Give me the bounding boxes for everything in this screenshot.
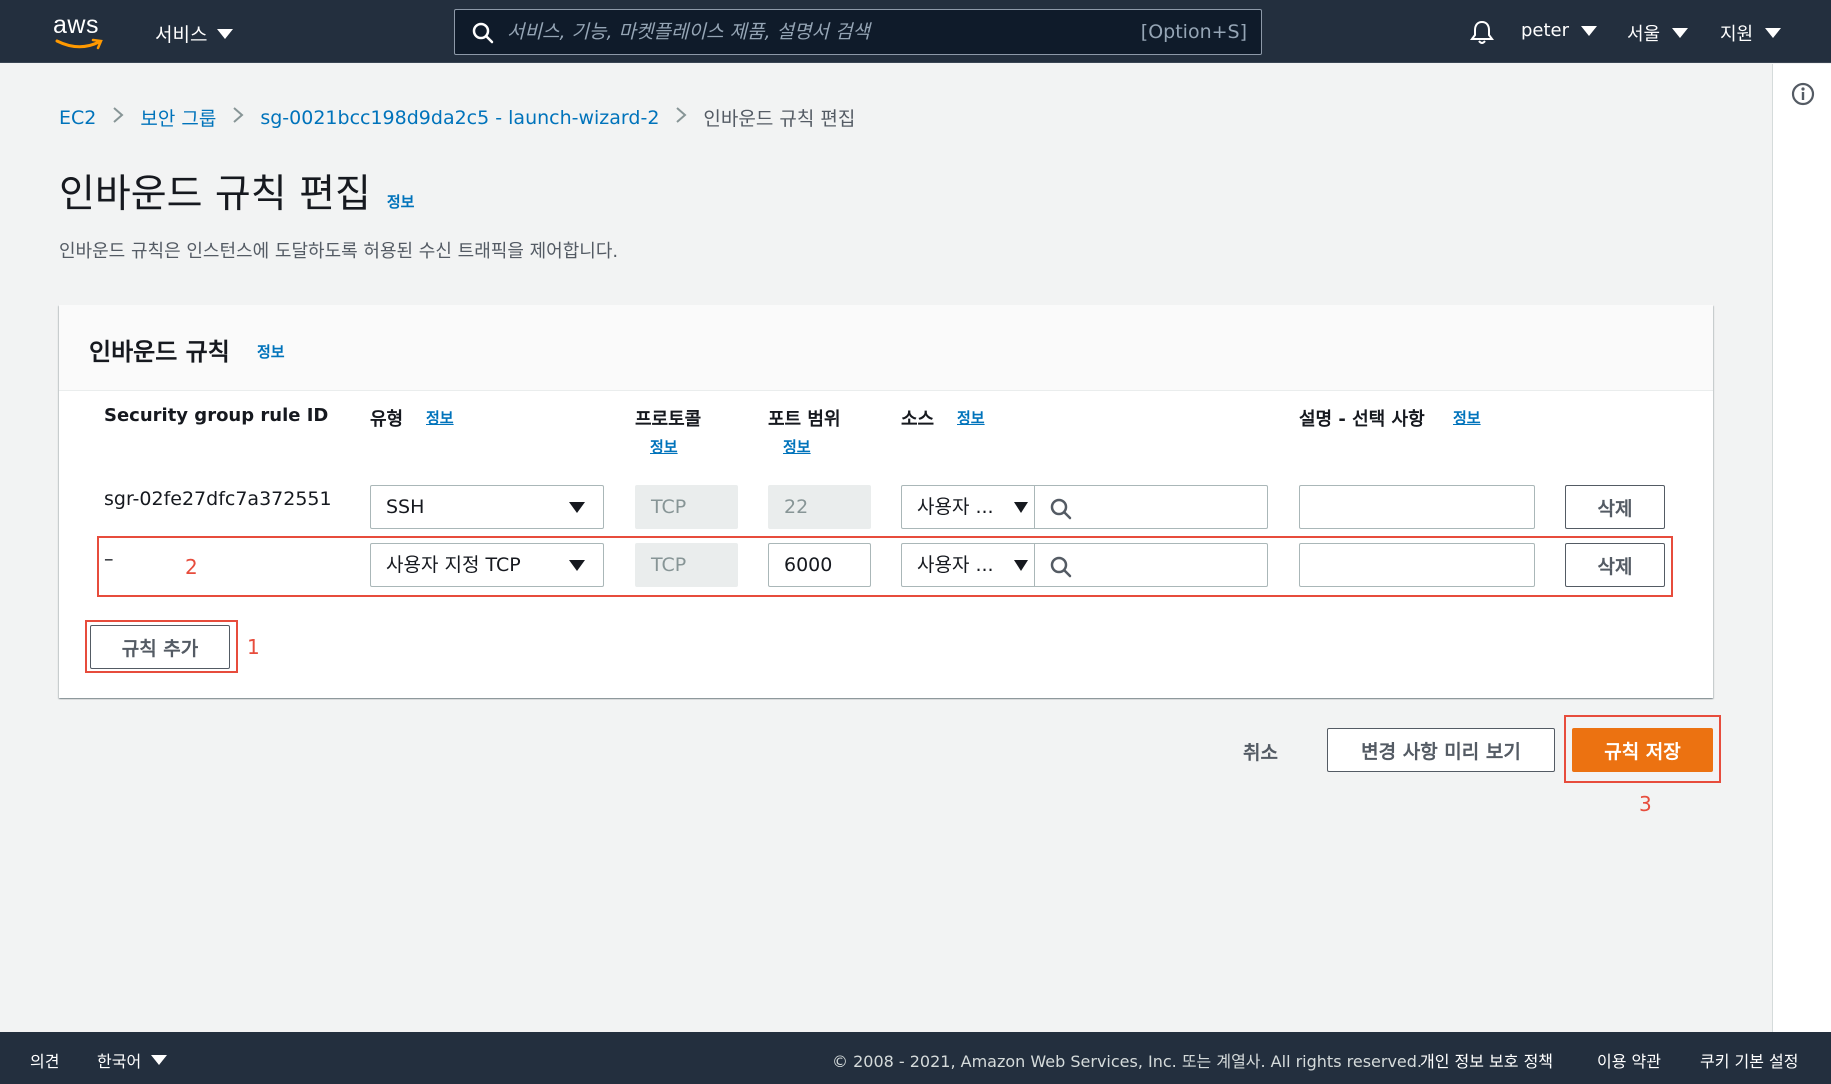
caret-down-icon — [151, 1055, 168, 1065]
column-header-rule-id: Security group rule ID — [104, 405, 329, 426]
column-header-protocol: 프로토콜 — [635, 409, 702, 430]
terms-link[interactable]: 이용 약관 — [1597, 1048, 1661, 1072]
services-label: 서비스 — [155, 24, 208, 46]
port-info-link[interactable]: 정보 — [783, 436, 811, 457]
source-type-select[interactable]: 사용자 ... — [901, 485, 1035, 529]
language-selector[interactable]: 한국어 — [97, 1048, 168, 1072]
annotation-box-new-row — [97, 536, 1673, 597]
info-circle-icon[interactable] — [1791, 82, 1815, 106]
copyright-text: © 2008 - 2021, Amazon Web Services, Inc.… — [832, 1052, 1423, 1071]
region-menu[interactable]: 서울 — [1627, 20, 1689, 46]
annotation-number: 2 — [185, 555, 198, 579]
panel-info-link[interactable]: 정보 — [257, 341, 285, 362]
aws-logo-text: aws — [53, 11, 99, 39]
services-menu[interactable]: 서비스 — [155, 20, 234, 47]
search-icon — [472, 22, 494, 44]
help-panel-rail — [1772, 64, 1831, 1032]
protocol-info-link[interactable]: 정보 — [650, 436, 678, 457]
page-title-info-link[interactable]: 정보 — [387, 191, 415, 212]
search-icon — [1050, 498, 1072, 520]
page-description: 인바운드 규칙은 인스턴스에 도달하도록 허용된 수신 트래픽을 제어합니다. — [59, 241, 619, 262]
caret-down-icon — [1672, 28, 1689, 38]
top-navigation-bar: aws 서비스 [Option+S] peter 서울 지원 — [0, 0, 1831, 63]
cancel-button[interactable]: 취소 — [1243, 738, 1278, 765]
source-cidr-search[interactable] — [1034, 485, 1268, 529]
caret-down-icon — [1014, 502, 1028, 513]
annotation-number: 3 — [1639, 792, 1652, 816]
chevron-right-icon — [232, 106, 244, 129]
panel-header: 인바운드 규칙 정보 — [59, 305, 1713, 391]
save-rules-button[interactable]: 규칙 저장 — [1572, 728, 1713, 772]
region-label: 서울 — [1627, 24, 1661, 45]
description-input[interactable] — [1299, 485, 1535, 529]
annotation-box-add-rule — [85, 620, 238, 673]
annotation-number: 1 — [247, 635, 260, 659]
preview-changes-button[interactable]: 변경 사항 미리 보기 — [1327, 728, 1555, 772]
notification-bell-icon[interactable] — [1468, 18, 1496, 46]
aws-logo[interactable]: aws — [53, 12, 109, 52]
chevron-right-icon — [112, 106, 124, 129]
breadcrumb: EC2 보안 그룹 sg-0021bcc198d9da2c5 - launch-… — [59, 104, 855, 131]
aws-smile-icon — [55, 38, 103, 50]
inbound-rules-panel: 인바운드 규칙 정보 Security group rule ID 유형 정보 … — [59, 305, 1713, 698]
caret-down-icon — [217, 28, 234, 39]
port-range-field: 22 — [768, 485, 871, 529]
source-info-link[interactable]: 정보 — [957, 407, 985, 428]
caret-down-icon — [1765, 28, 1782, 38]
delete-rule-button[interactable]: 삭제 — [1565, 485, 1665, 529]
type-info-link[interactable]: 정보 — [426, 407, 454, 428]
description-info-link[interactable]: 정보 — [1453, 407, 1481, 428]
page-title: 인바운드 규칙 편집 — [59, 172, 371, 217]
breadcrumb-security-group-id[interactable]: sg-0021bcc198d9da2c5 - launch-wizard-2 — [260, 107, 659, 129]
protocol-field: TCP — [635, 485, 738, 529]
footer: 의견 한국어 © 2008 - 2021, Amazon Web Service… — [0, 1032, 1831, 1084]
feedback-link[interactable]: 의견 — [30, 1048, 59, 1072]
page-header: 인바운드 규칙 편집 정보 — [59, 163, 414, 219]
type-select[interactable]: SSH — [370, 485, 604, 529]
privacy-policy-link[interactable]: 개인 정보 보호 정책 — [1420, 1048, 1553, 1072]
column-header-type: 유형 — [370, 409, 404, 430]
support-menu[interactable]: 지원 — [1720, 20, 1782, 46]
support-label: 지원 — [1720, 24, 1754, 45]
caret-down-icon — [1581, 25, 1598, 36]
panel-title: 인바운드 규칙 — [89, 338, 230, 366]
search-shortcut-hint: [Option+S] — [1140, 21, 1247, 43]
search-input[interactable] — [507, 10, 1067, 54]
column-header-port-range: 포트 범위 — [768, 409, 841, 430]
caret-down-icon — [569, 502, 585, 513]
user-menu[interactable]: peter — [1521, 20, 1598, 41]
column-header-source: 소스 — [901, 409, 935, 430]
breadcrumb-ec2[interactable]: EC2 — [59, 107, 96, 129]
language-label: 한국어 — [97, 1052, 142, 1071]
user-label: peter — [1521, 20, 1570, 41]
column-header-description: 설명 - 선택 사항 — [1299, 409, 1425, 430]
chevron-right-icon — [675, 106, 687, 129]
rule-id-text: sgr-02fe27dfc7a372551 — [104, 488, 332, 510]
type-select-value: SSH — [386, 496, 425, 518]
cookie-preferences-link[interactable]: 쿠키 기본 설정 — [1700, 1048, 1799, 1072]
breadcrumb-security-groups[interactable]: 보안 그룹 — [140, 104, 216, 131]
global-search[interactable]: [Option+S] — [454, 9, 1262, 55]
source-type-value: 사용자 ... — [917, 496, 994, 518]
breadcrumb-current: 인바운드 규칙 편집 — [703, 108, 856, 130]
